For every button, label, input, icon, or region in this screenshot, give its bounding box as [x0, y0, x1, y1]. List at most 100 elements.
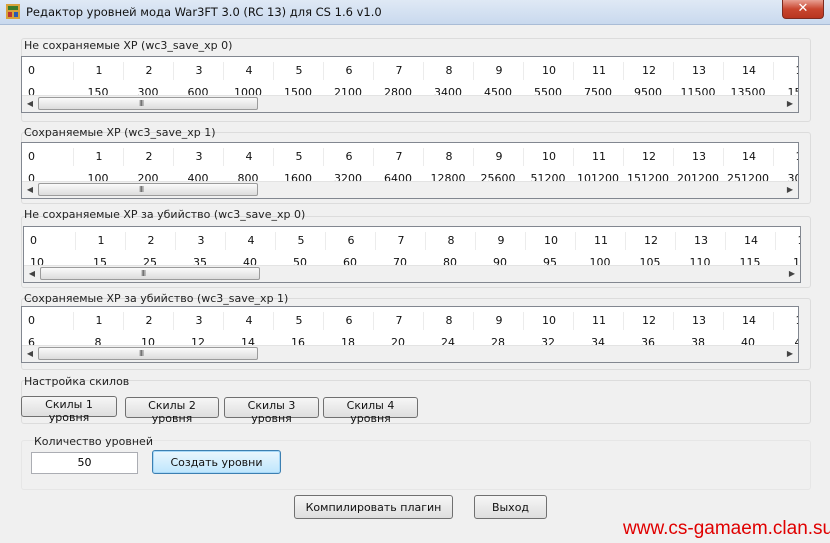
horizontal-scrollbar[interactable]: ◀ III ▶ — [22, 181, 798, 198]
horizontal-scrollbar[interactable]: ◀ III ▶ — [22, 95, 798, 112]
grid-header-cell[interactable]: 13 — [673, 312, 724, 330]
grid-header-cell[interactable]: 14 — [723, 148, 774, 166]
skills-label: Настройка скилов — [24, 375, 130, 388]
group-label-unsaved-kill-xp: Не сохраняемые XP за убийство (wc3_save_… — [24, 208, 306, 221]
scroll-thumb[interactable]: III — [38, 347, 258, 360]
grid-header-cell[interactable]: 11 — [573, 62, 624, 80]
scroll-right-icon[interactable]: ▶ — [783, 97, 797, 111]
grid-header-cell[interactable]: 11 — [573, 148, 624, 166]
grid-header-cell[interactable]: 3 — [173, 62, 224, 80]
grid-header-cell[interactable]: 1 — [75, 232, 126, 250]
grid-header-cell[interactable]: 1 — [773, 148, 798, 166]
compile-plugin-button[interactable]: Компилировать плагин — [294, 495, 453, 519]
grid-header-cell[interactable]: 7 — [373, 312, 424, 330]
grid-header-cell[interactable]: 0 — [22, 148, 72, 166]
scroll-left-icon[interactable]: ◀ — [23, 97, 37, 111]
grid-header-cell[interactable]: 6 — [323, 312, 374, 330]
grid-header-cell[interactable]: 8 — [423, 312, 474, 330]
grid-header-cell[interactable]: 4 — [223, 148, 274, 166]
grid-header-cell[interactable]: 14 — [723, 312, 774, 330]
grid-header-cell[interactable]: 5 — [273, 312, 324, 330]
grid-header-cell[interactable]: 11 — [575, 232, 626, 250]
grid-header-cell[interactable]: 10 — [523, 148, 574, 166]
grid-header-cell[interactable]: 14 — [725, 232, 776, 250]
grid-header-cell[interactable]: 9 — [473, 312, 524, 330]
grid-saved-kill-xp[interactable]: 012345678910111213141 681012141618202428… — [21, 306, 799, 363]
grid-header-cell[interactable]: 2 — [125, 232, 176, 250]
grid-header-cell[interactable]: 10 — [523, 62, 574, 80]
scroll-left-icon[interactable]: ◀ — [25, 267, 39, 281]
grid-header-cell[interactable]: 1 — [773, 62, 798, 80]
grid-header-cell[interactable]: 0 — [22, 312, 72, 330]
skills-level-3-button[interactable]: Скилы 3 уровня — [224, 397, 319, 425]
exit-button[interactable]: Выход — [474, 495, 547, 519]
grid-header-cell[interactable]: 7 — [373, 62, 424, 80]
grid-header-cell[interactable]: 2 — [123, 62, 174, 80]
horizontal-scrollbar[interactable]: ◀ III ▶ — [24, 265, 800, 282]
scroll-right-icon[interactable]: ▶ — [783, 183, 797, 197]
skills-level-2-button[interactable]: Скилы 2 уровня — [125, 397, 219, 425]
grid-header-cell[interactable]: 2 — [123, 312, 174, 330]
grid-header-cell[interactable]: 6 — [323, 148, 374, 166]
grid-header-cell[interactable]: 13 — [673, 148, 724, 166]
grid-header-cell[interactable]: 7 — [375, 232, 426, 250]
scroll-thumb[interactable]: III — [38, 97, 258, 110]
window-title: Редактор уровней мода War3FT 3.0 (RC 13)… — [26, 5, 382, 19]
scroll-right-icon[interactable]: ▶ — [783, 347, 797, 361]
grid-saved-xp[interactable]: 012345678910111213141 010020040080016003… — [21, 142, 799, 199]
create-levels-button[interactable]: Создать уровни — [152, 450, 281, 474]
grid-header-cell[interactable]: 1 — [73, 312, 124, 330]
grid-header-cell[interactable]: 10 — [525, 232, 576, 250]
grid-header-cell[interactable]: 9 — [473, 148, 524, 166]
levels-count-input[interactable]: 50 — [31, 452, 138, 474]
grid-header-cell[interactable]: 3 — [175, 232, 226, 250]
group-label-unsaved-xp: Не сохраняемые XP (wc3_save_xp 0) — [24, 39, 233, 52]
grid-header-cell[interactable]: 1 — [73, 148, 124, 166]
horizontal-scrollbar[interactable]: ◀ III ▶ — [22, 345, 798, 362]
grid-header-cell[interactable]: 2 — [123, 148, 174, 166]
scroll-thumb[interactable]: III — [38, 183, 258, 196]
grid-header-cell[interactable]: 11 — [573, 312, 624, 330]
grid-header-cell[interactable]: 8 — [423, 148, 474, 166]
scroll-right-icon[interactable]: ▶ — [785, 267, 799, 281]
grid-header-cell[interactable]: 1 — [775, 232, 800, 250]
grid-header-cell[interactable]: 3 — [173, 312, 224, 330]
grid-header-cell[interactable]: 10 — [523, 312, 574, 330]
grid-header-cell[interactable]: 6 — [325, 232, 376, 250]
grid-header-cell[interactable]: 6 — [323, 62, 374, 80]
grid-header-cell[interactable]: 1 — [773, 312, 798, 330]
skills-level-1-button[interactable]: Скилы 1 уровня — [21, 396, 117, 424]
grid-unsaved-xp[interactable]: 012345678910111213141 015030060010001500… — [21, 56, 799, 113]
scroll-left-icon[interactable]: ◀ — [23, 347, 37, 361]
grid-header-cell[interactable]: 4 — [223, 62, 274, 80]
close-button[interactable]: ✕ — [782, 0, 824, 19]
grid-header-cell[interactable]: 0 — [24, 232, 74, 250]
grid-header-cell[interactable]: 7 — [373, 148, 424, 166]
grid-header-cell[interactable]: 1 — [73, 62, 124, 80]
grid-header-cell[interactable]: 4 — [223, 312, 274, 330]
grid-header-cell[interactable]: 5 — [273, 148, 324, 166]
group-label-saved-kill-xp: Сохраняемые XP за убийство (wc3_save_xp … — [24, 292, 289, 305]
grid-header-cell[interactable]: 13 — [675, 232, 726, 250]
grid-unsaved-kill-xp[interactable]: 012345678910111213141 101525354050607080… — [23, 226, 801, 283]
grid-header-cell[interactable]: 12 — [625, 232, 676, 250]
grid-header-cell[interactable]: 12 — [623, 62, 674, 80]
grid-header-cell[interactable]: 8 — [423, 62, 474, 80]
grid-header-cell[interactable]: 5 — [273, 62, 324, 80]
grid-header-cell[interactable]: 9 — [475, 232, 526, 250]
grid-header-cell[interactable]: 9 — [473, 62, 524, 80]
scroll-left-icon[interactable]: ◀ — [23, 183, 37, 197]
grid-header-cell[interactable]: 8 — [425, 232, 476, 250]
grid-header-cell[interactable]: 13 — [673, 62, 724, 80]
title-bar[interactable]: Редактор уровней мода War3FT 3.0 (RC 13)… — [0, 0, 830, 25]
grid-header-cell[interactable]: 12 — [623, 148, 674, 166]
grid-header-cell[interactable]: 5 — [275, 232, 326, 250]
grid-header-cell[interactable]: 14 — [723, 62, 774, 80]
grid-header-cell[interactable]: 3 — [173, 148, 224, 166]
group-label-saved-xp: Сохраняемые XP (wc3_save_xp 1) — [24, 126, 216, 139]
grid-header-cell[interactable]: 12 — [623, 312, 674, 330]
scroll-thumb[interactable]: III — [40, 267, 260, 280]
grid-header-cell[interactable]: 4 — [225, 232, 276, 250]
grid-header-cell[interactable]: 0 — [22, 62, 72, 80]
skills-level-4-button[interactable]: Скилы 4 уровня — [323, 397, 418, 425]
